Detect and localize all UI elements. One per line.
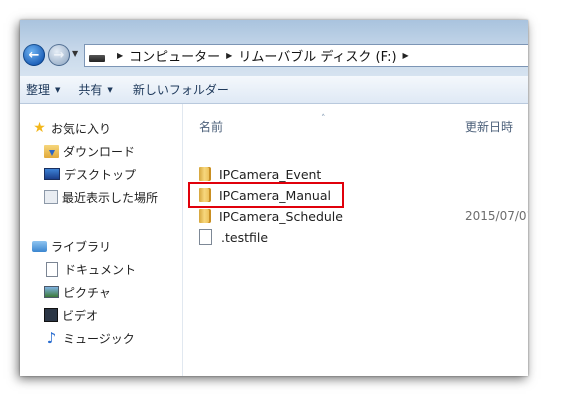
chevron-down-icon: ▼	[107, 85, 113, 94]
libraries-icon	[32, 240, 47, 252]
sidebar-item-videos[interactable]: ビデオ	[44, 305, 98, 325]
folder-icon	[199, 209, 211, 223]
music-note-icon: ♪	[46, 328, 57, 347]
downloads-folder-icon	[44, 144, 59, 158]
sidebar-item-label: デスクトップ	[64, 167, 137, 182]
sidebar-item-label: 最近表示した場所	[62, 190, 159, 205]
sidebar-item-music[interactable]: ♪ ミュージック	[44, 328, 135, 348]
sidebar-item-downloads[interactable]: ダウンロード	[44, 141, 135, 161]
forward-arrow-icon: →	[53, 47, 65, 63]
file-icon	[199, 229, 212, 245]
column-header-date[interactable]: 更新日時	[465, 118, 513, 135]
breadcrumb-separator-icon[interactable]: ▶	[117, 51, 123, 60]
picture-icon	[44, 286, 59, 298]
new-folder-label: 新しいフォルダー	[132, 83, 229, 97]
breadcrumb-separator-icon[interactable]: ▶	[403, 51, 409, 60]
command-toolbar: 整理 ▼ 共有 ▼ 新しいフォルダー	[20, 76, 528, 104]
history-dropdown-icon[interactable]: ▼	[72, 49, 78, 58]
folder-icon	[199, 167, 211, 181]
sidebar-item-label: ライブラリ	[51, 239, 112, 254]
computer-icon	[89, 55, 105, 62]
file-modified-date: 2015/07/01	[465, 209, 528, 223]
breadcrumb-separator-icon[interactable]: ▶	[226, 51, 232, 60]
sidebar-item-label: ダウンロード	[63, 144, 136, 159]
address-bar-area: ← → ▼ ▶ コンピューター ▶ リムーバブル ディスク (F:) ▶	[20, 20, 528, 76]
video-icon	[44, 308, 58, 322]
sidebar-item-label: お気に入り	[51, 121, 112, 136]
sidebar-item-favorites[interactable]: ★ お気に入り	[32, 118, 111, 138]
back-arrow-icon: ←	[28, 47, 40, 63]
sidebar-item-desktop[interactable]: デスクトップ	[44, 164, 136, 184]
organize-label: 整理	[26, 83, 51, 97]
list-item[interactable]: IPCamera_Schedule	[199, 206, 343, 226]
breadcrumb-computer[interactable]: コンピューター	[129, 46, 220, 65]
back-button[interactable]: ←	[23, 44, 45, 66]
file-name: IPCamera_Schedule	[219, 208, 343, 224]
highlight-box	[188, 182, 344, 208]
sidebar-item-label: ビデオ	[62, 308, 99, 323]
share-label: 共有	[78, 83, 103, 97]
sort-ascending-icon: ˄	[321, 114, 326, 124]
file-name: IPCamera_Event	[219, 166, 322, 182]
new-folder-button[interactable]: 新しいフォルダー	[127, 81, 235, 98]
recent-places-icon	[44, 190, 58, 204]
organize-button[interactable]: 整理 ▼	[20, 81, 66, 98]
sidebar-item-libraries[interactable]: ライブラリ	[32, 236, 111, 256]
list-item[interactable]: IPCamera_Event	[199, 164, 321, 184]
document-icon	[46, 261, 58, 277]
breadcrumb-removable-disk[interactable]: リムーバブル ディスク (F:)	[238, 46, 396, 65]
file-list-pane: 名前 ˄ 更新日時 IPCamera_Event IPCamera_Manual…	[183, 104, 528, 376]
share-button[interactable]: 共有 ▼	[72, 81, 118, 98]
sidebar-item-pictures[interactable]: ピクチャ	[44, 282, 111, 302]
desktop-icon	[44, 168, 60, 180]
sidebar-item-label: ドキュメント	[64, 262, 137, 277]
navigation-pane: ★ お気に入り ダウンロード デスクトップ 最近表示した場所 ライブラリ ドキュ…	[20, 104, 183, 376]
forward-button[interactable]: →	[48, 44, 70, 66]
sidebar-item-label: ミュージック	[63, 331, 135, 346]
chevron-down-icon: ▼	[55, 85, 61, 94]
sidebar-item-label: ピクチャ	[63, 285, 111, 300]
sidebar-item-documents[interactable]: ドキュメント	[44, 259, 136, 279]
star-icon: ★	[33, 119, 46, 136]
address-field[interactable]: ▶ コンピューター ▶ リムーバブル ディスク (F:) ▶	[84, 44, 528, 67]
column-header-name[interactable]: 名前	[199, 118, 223, 135]
list-item[interactable]: .testfile	[199, 227, 268, 247]
sidebar-item-recent-places[interactable]: 最近表示した場所	[44, 187, 158, 207]
file-name: .testfile	[221, 229, 269, 245]
